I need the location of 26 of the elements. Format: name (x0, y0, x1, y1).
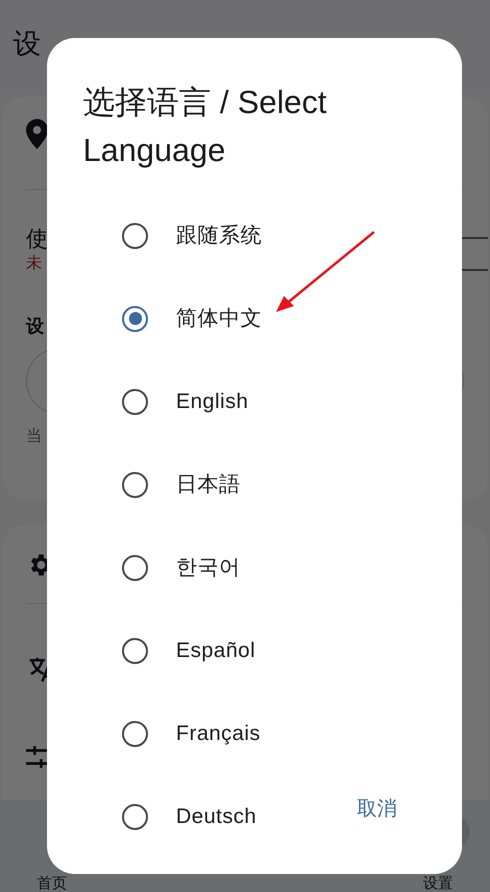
language-option[interactable]: 简体中文 (47, 277, 262, 360)
cancel-button[interactable]: 取消 (349, 793, 405, 825)
language-option[interactable]: Français (47, 692, 261, 775)
status-text: 未 (26, 254, 42, 274)
radio-button[interactable] (122, 306, 148, 332)
nav-item[interactable]: 设置 (423, 876, 453, 892)
radio-button[interactable] (122, 388, 148, 414)
current-value: 当 (26, 427, 42, 447)
language-option[interactable]: Español (47, 609, 256, 692)
language-option[interactable]: English (47, 360, 248, 443)
language-option[interactable]: 日本語 (47, 443, 240, 526)
radio-button[interactable] (122, 720, 148, 746)
nav-item[interactable]: 首页 (37, 876, 67, 892)
section-label: 设 (26, 315, 44, 338)
location-pin-icon (26, 119, 48, 149)
radio-button[interactable] (122, 222, 148, 248)
page-title: 设 (13, 27, 41, 61)
radio-button[interactable] (122, 804, 148, 830)
radio-button[interactable] (122, 638, 148, 664)
language-option[interactable]: 跟随系统 (47, 194, 262, 277)
dialog-title: 选择语言 / Select Language (83, 83, 328, 170)
language-option[interactable]: 한국어 (47, 526, 240, 609)
setting-label: 使 (26, 225, 48, 253)
language-option[interactable]: Deutsch (47, 775, 257, 858)
radio-button[interactable] (122, 472, 148, 498)
radio-button[interactable] (122, 554, 148, 580)
